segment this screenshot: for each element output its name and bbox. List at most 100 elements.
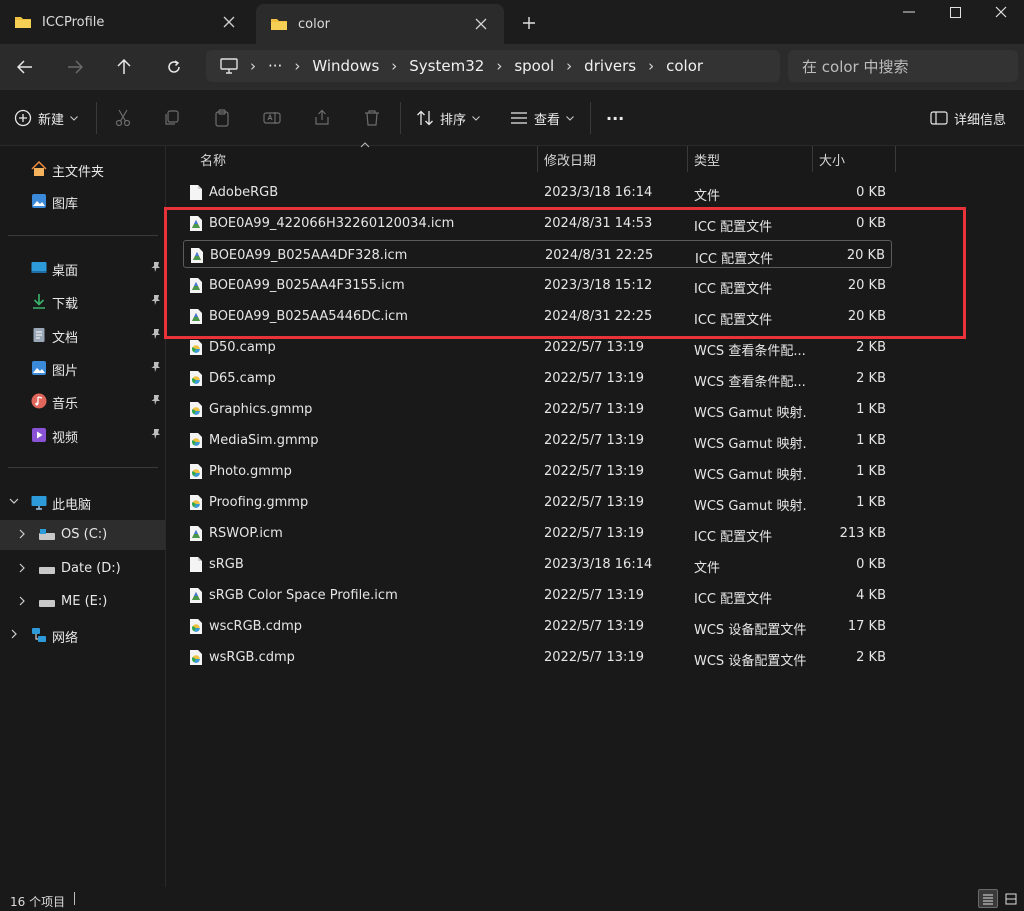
search-input[interactable]: 在 color 中搜索 <box>788 50 1018 82</box>
column-divider[interactable] <box>537 146 538 172</box>
up-button[interactable] <box>111 55 137 79</box>
sidebar-item-drive-d[interactable]: Date (D:) <box>0 554 165 584</box>
pin-icon[interactable] <box>150 361 162 373</box>
pin-icon[interactable] <box>150 428 162 440</box>
file-row[interactable]: Graphics.gmmp 2022/5/7 13:19 WCS Gamut 映射.… <box>183 395 892 423</box>
copy-button[interactable] <box>161 107 183 129</box>
sidebar-item-this-pc[interactable]: 此电脑 <box>0 487 165 517</box>
back-button[interactable] <box>12 55 38 79</box>
column-header-name[interactable]: 名称 <box>200 146 530 172</box>
file-type: 文件 <box>694 561 721 576</box>
file-name: Photo.gmmp <box>209 464 292 479</box>
close-icon[interactable] <box>220 13 238 31</box>
sidebar-item-gallery[interactable]: 图库 <box>0 186 165 216</box>
share-button[interactable] <box>311 107 333 129</box>
monitor-icon[interactable] <box>220 58 238 74</box>
tab-iccprofile[interactable]: ICCProfile <box>0 4 252 40</box>
navigation-bar: › ··· › Windows › System32 › spool › dri… <box>0 44 1024 90</box>
pin-icon[interactable] <box>150 328 162 340</box>
breadcrumb-spool[interactable]: spool <box>514 57 554 75</box>
column-header-label: 名称 <box>200 153 227 169</box>
file-row[interactable]: wsRGB.cdmp 2022/5/7 13:19 WCS 设备配置文件 2 KB <box>183 643 892 671</box>
chevron-down-icon[interactable] <box>8 495 20 507</box>
breadcrumb-drivers[interactable]: drivers <box>584 57 636 75</box>
sidebar-item-drive-c[interactable]: OS (C:) <box>0 520 165 550</box>
file-name: D50.camp <box>209 340 276 355</box>
close-window-button[interactable] <box>978 2 1024 22</box>
file-modified: 2022/5/7 13:19 <box>544 495 644 510</box>
close-icon[interactable] <box>472 15 490 33</box>
column-header-size[interactable]: 大小 <box>819 146 889 172</box>
minimize-button[interactable] <box>886 2 932 22</box>
column-header-modified[interactable]: 修改日期 <box>544 146 684 172</box>
pin-icon[interactable] <box>150 261 162 273</box>
file-modified: 2023/3/18 16:14 <box>544 557 653 572</box>
share-icon <box>313 109 331 127</box>
chevron-right-icon[interactable] <box>8 628 20 640</box>
file-row[interactable]: D65.camp 2022/5/7 13:19 WCS 查看条件配... 2 KB <box>183 364 892 392</box>
chevron-right-icon[interactable] <box>16 562 28 574</box>
file-row[interactable]: RSWOP.icm 2022/5/7 13:19 ICC 配置文件 213 KB <box>183 519 892 547</box>
rename-icon <box>263 109 281 127</box>
breadcrumb-windows[interactable]: Windows <box>312 57 379 75</box>
sidebar-item-home[interactable]: 主文件夹 <box>0 154 165 184</box>
sidebar-item-music[interactable]: 音乐 <box>0 386 165 416</box>
breadcrumb-system32[interactable]: System32 <box>409 57 484 75</box>
file-row[interactable]: MediaSim.gmmp 2022/5/7 13:19 WCS Gamut 映射.… <box>183 426 892 454</box>
new-tab-button[interactable] <box>518 12 540 34</box>
toolbar-divider <box>400 102 401 134</box>
drive-icon <box>38 527 55 543</box>
column-divider[interactable] <box>812 146 813 172</box>
sidebar-item-documents[interactable]: 文档 <box>0 320 165 350</box>
forward-button[interactable] <box>62 55 88 79</box>
file-row[interactable]: sRGB 2023/3/18 16:14 文件 0 KB <box>183 550 892 578</box>
address-bar[interactable]: › ··· › Windows › System32 › spool › dri… <box>206 50 780 82</box>
column-divider[interactable] <box>895 146 896 172</box>
sidebar-item-downloads[interactable]: 下载 <box>0 286 165 316</box>
column-header-label: 大小 <box>819 153 846 169</box>
breadcrumb-overflow[interactable]: ··· <box>268 57 282 75</box>
wcs-icon <box>189 463 203 480</box>
sidebar-item-label: 主文件夹 <box>52 165 105 180</box>
refresh-button[interactable] <box>161 55 187 79</box>
file-row[interactable]: Proofing.gmmp 2022/5/7 13:19 WCS Gamut 映射.… <box>183 488 892 516</box>
pin-icon[interactable] <box>150 294 162 306</box>
sidebar-item-videos[interactable]: 视频 <box>0 420 165 450</box>
chevron-right-icon[interactable] <box>16 595 28 607</box>
file-modified: 2022/5/7 13:19 <box>544 650 644 665</box>
column-divider[interactable] <box>687 146 688 172</box>
rename-button[interactable] <box>261 107 283 129</box>
details-pane-button[interactable]: 详细信息 <box>930 106 1006 130</box>
view-button[interactable]: 查看 <box>510 106 574 130</box>
file-size: 1 KB <box>856 495 886 510</box>
details-view-button[interactable] <box>978 889 998 908</box>
file-row[interactable]: wscRGB.cdmp 2022/5/7 13:19 WCS 设备配置文件 17 KB <box>183 612 892 640</box>
column-header-type[interactable]: 类型 <box>694 146 804 172</box>
pin-icon[interactable] <box>150 394 162 406</box>
file-row[interactable]: Photo.gmmp 2022/5/7 13:19 WCS Gamut 映射... 1… <box>183 457 892 485</box>
file-size: 2 KB <box>856 650 886 665</box>
new-button[interactable]: 新建 <box>14 106 78 130</box>
tab-color[interactable]: color <box>256 4 504 44</box>
folder-icon <box>270 16 288 32</box>
cut-button[interactable] <box>112 107 134 129</box>
wcs-icon <box>189 339 203 356</box>
navigation-pane: 主文件夹 图库 桌面 下载 文档 图片 音乐 视频 此电脑 OS (C:) Da… <box>0 146 166 887</box>
sidebar-item-desktop[interactable]: 桌面 <box>0 253 165 283</box>
sidebar-item-network[interactable]: 网络 <box>0 620 165 650</box>
sidebar-item-pictures[interactable]: 图片 <box>0 353 165 383</box>
more-options-button[interactable]: ··· <box>606 106 624 130</box>
wcs-icon <box>189 432 203 449</box>
sidebar-item-drive-e[interactable]: ME (E:) <box>0 587 165 617</box>
maximize-button[interactable] <box>932 2 978 22</box>
tiles-view-button[interactable] <box>1001 889 1021 908</box>
delete-button[interactable] <box>361 107 383 129</box>
file-type: ICC 配置文件 <box>694 530 773 545</box>
file-row[interactable]: sRGB Color Space Profile.icm 2022/5/7 13:… <box>183 581 892 609</box>
paste-button[interactable] <box>211 107 233 129</box>
file-row[interactable]: AdobeRGB 2023/3/18 16:14 文件 0 KB <box>183 178 892 206</box>
chevron-right-icon[interactable] <box>16 528 28 540</box>
breadcrumb-color[interactable]: color <box>666 57 703 75</box>
file-type: WCS 设备配置文件 <box>694 654 806 669</box>
sort-button[interactable]: 排序 <box>416 106 480 130</box>
